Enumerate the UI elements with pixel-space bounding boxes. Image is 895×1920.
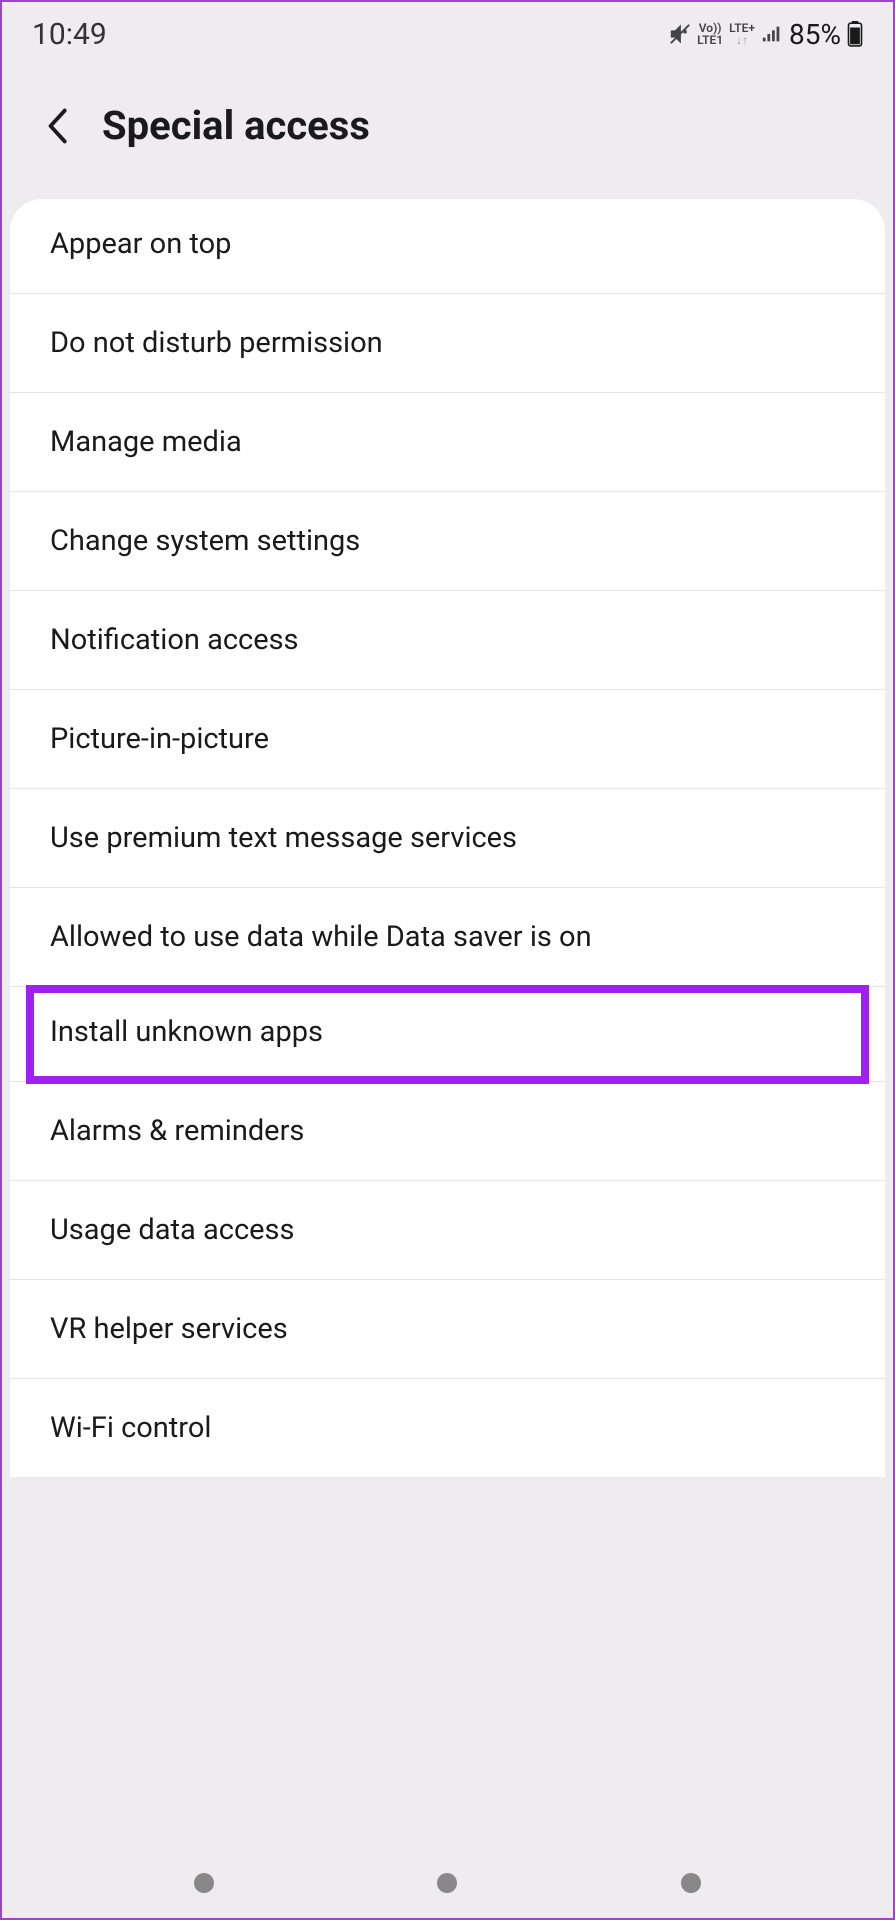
list-item-label: Use premium text message services (50, 821, 517, 855)
page-title: Special access (102, 102, 370, 149)
list-item-label: Change system settings (50, 524, 360, 558)
list-item-notification-access[interactable]: Notification access (10, 591, 885, 690)
list-item-picture-in-picture[interactable]: Picture-in-picture (10, 690, 885, 789)
nav-home-button[interactable] (437, 1873, 457, 1893)
settings-list: Appear on top Do not disturb permission … (10, 199, 885, 1477)
status-bar: 10:49 Vo)) LTE1 LTE+ ↓↑ 85% (2, 2, 893, 62)
volte-icon: Vo)) LTE1 (697, 22, 723, 46)
network-type-icon: LTE+ ↓↑ (729, 22, 755, 46)
list-item-label: Wi-Fi control (50, 1411, 211, 1445)
list-item-label: Do not disturb permission (50, 326, 383, 360)
back-button[interactable] (42, 111, 72, 141)
signal-icon (761, 23, 783, 45)
nav-back-button[interactable] (681, 1873, 701, 1893)
list-item-alarms-reminders[interactable]: Alarms & reminders (10, 1082, 885, 1181)
page-header: Special access (2, 62, 893, 199)
list-item-label: Allowed to use data while Data saver is … (50, 920, 592, 954)
list-item-appear-on-top[interactable]: Appear on top (10, 199, 885, 294)
list-item-do-not-disturb[interactable]: Do not disturb permission (10, 294, 885, 393)
list-item-change-system-settings[interactable]: Change system settings (10, 492, 885, 591)
list-item-usage-data-access[interactable]: Usage data access (10, 1181, 885, 1280)
list-item-label: VR helper services (50, 1312, 288, 1346)
list-item-vr-helper[interactable]: VR helper services (10, 1280, 885, 1379)
list-item-manage-media[interactable]: Manage media (10, 393, 885, 492)
battery-percentage: 85% (789, 18, 841, 51)
status-icons: Vo)) LTE1 LTE+ ↓↑ 85% (669, 18, 863, 51)
list-item-premium-text[interactable]: Use premium text message services (10, 789, 885, 888)
list-item-label: Appear on top (50, 227, 231, 261)
list-item-label: Notification access (50, 623, 299, 657)
list-item-install-unknown-apps[interactable]: Install unknown apps (10, 987, 885, 1082)
list-item-label: Install unknown apps (50, 1015, 323, 1049)
navigation-bar (2, 1848, 893, 1918)
list-item-wifi-control[interactable]: Wi-Fi control (10, 1379, 885, 1477)
battery-icon (847, 21, 863, 47)
list-item-label: Alarms & reminders (50, 1114, 304, 1148)
mute-icon (669, 23, 691, 45)
list-item-data-saver[interactable]: Allowed to use data while Data saver is … (10, 888, 885, 987)
nav-recents-button[interactable] (194, 1873, 214, 1893)
list-item-label: Picture-in-picture (50, 722, 269, 756)
status-time: 10:49 (32, 17, 107, 52)
list-item-label: Manage media (50, 425, 242, 459)
list-item-label: Usage data access (50, 1213, 294, 1247)
